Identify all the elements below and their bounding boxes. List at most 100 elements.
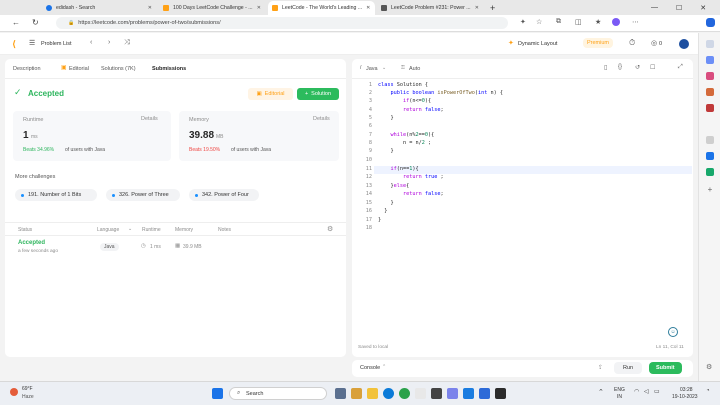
minimize-icon[interactable]: — [651, 4, 658, 11]
format-icon[interactable]: {} [618, 64, 622, 70]
tray-chevron-icon[interactable]: ⌃ [598, 388, 604, 396]
chrome-icon[interactable] [399, 388, 410, 399]
copilot-icon[interactable] [706, 18, 715, 27]
browser-tab-strip: edidash - Search ✕ 100 Days LeetCode Cha… [0, 0, 720, 15]
volume-icon[interactable]: ◁ [644, 388, 649, 395]
close-icon[interactable]: ✕ [253, 5, 261, 11]
upload-icon[interactable]: ⇪ [598, 364, 603, 371]
feedback-icon[interactable]: ☺ [668, 327, 678, 337]
profile-avatar[interactable] [612, 18, 620, 26]
add-icon[interactable]: + [706, 186, 714, 194]
favorites-icon[interactable]: ☆ [536, 18, 542, 26]
runtime-details-link[interactable]: Details [141, 116, 158, 122]
memory-card[interactable]: Memory Details 39.88 MB Beats 19.50% of … [179, 111, 339, 161]
outlook-icon[interactable] [706, 152, 714, 160]
back-icon[interactable]: ← [12, 18, 20, 27]
tab-challenge[interactable]: 100 Days LeetCode Challenge - ... ✕ [159, 1, 267, 15]
tray-lang[interactable]: ENG [614, 387, 625, 393]
memory-details-link[interactable]: Details [313, 116, 330, 122]
copilot-icon[interactable] [706, 56, 714, 64]
widgets-icon[interactable] [335, 388, 346, 399]
user-avatar[interactable] [679, 39, 689, 49]
timer-icon[interactable]: ⏱ [629, 38, 635, 48]
fullscreen-icon[interactable]: ⤢ [678, 64, 683, 71]
notifications-icon[interactable]: ◔ [706, 388, 710, 394]
url-input[interactable]: 🔒 https://leetcode.com/problems/power-of… [56, 17, 508, 29]
terminal-icon[interactable] [495, 388, 506, 399]
edge-icon[interactable] [383, 388, 394, 399]
task-view-icon[interactable] [351, 388, 362, 399]
weather-temp[interactable]: 69°F [22, 386, 33, 392]
tab-format-icon[interactable]: ☐ [650, 64, 655, 71]
line-number: 13 [365, 183, 372, 189]
problem-list-link[interactable]: Problem List [41, 41, 72, 47]
runtime-card[interactable]: Runtime Details 1 ms Beats 34.96% of use… [13, 111, 171, 161]
next-problem-icon[interactable]: › [108, 39, 110, 46]
explorer-icon[interactable] [367, 388, 378, 399]
close-window-icon[interactable]: ✕ [700, 4, 706, 12]
games-icon[interactable] [706, 88, 714, 96]
mode-label[interactable]: Auto [409, 66, 420, 72]
collections-icon[interactable]: ⧉ [556, 18, 561, 26]
teams-icon[interactable] [447, 388, 458, 399]
challenge-chip[interactable]: 342. Power of Four [189, 189, 259, 201]
vscode-icon[interactable] [463, 388, 474, 399]
submission-panel: Description ▣ Editorial Solutions (7K) S… [5, 59, 346, 357]
submit-button[interactable]: Submit [649, 362, 682, 374]
premium-button[interactable]: Premium [583, 38, 614, 48]
close-icon[interactable]: ✕ [362, 5, 370, 11]
photos-icon[interactable] [415, 388, 426, 399]
tab-leetcode-active[interactable]: LeetCode - The World's Leading ... ✕ [268, 1, 375, 15]
run-button[interactable]: Run [614, 362, 643, 374]
challenge-chip[interactable]: 191. Number of 1 Bits [15, 189, 97, 201]
clock-time[interactable]: 03:28 [680, 387, 693, 393]
tools-icon[interactable] [706, 72, 714, 80]
tab-search[interactable]: edidash - Search ✕ [42, 1, 158, 15]
leetcode-logo-icon[interactable]: ⟨ [12, 39, 21, 49]
tab-editorial[interactable]: Editorial [69, 66, 89, 72]
dynamic-layout-button[interactable]: Dynamic Layout [518, 41, 557, 47]
wifi-icon[interactable]: ◠ [634, 388, 639, 395]
browser-favorites-icon[interactable]: ★ [595, 18, 601, 26]
settings-icon[interactable]: ⚙ [327, 225, 333, 233]
outlook-icon[interactable] [479, 388, 490, 399]
sidebar-settings-icon[interactable]: ⚙ [706, 363, 714, 371]
shopping-icon[interactable] [706, 104, 714, 112]
maximize-icon[interactable]: ☐ [676, 4, 682, 12]
close-icon[interactable]: ✕ [471, 5, 479, 11]
extensions-icon[interactable]: ✦ [520, 18, 526, 26]
battery-icon[interactable]: ▭ [654, 388, 660, 395]
taskbar-search[interactable]: ⌕ Search [229, 387, 327, 400]
tab-problem[interactable]: LeetCode Problem #231: Power ... ✕ [377, 1, 485, 15]
column-language[interactable]: Language [97, 227, 119, 233]
refresh-icon[interactable]: ↻ [32, 18, 39, 27]
column-status[interactable]: Status [18, 227, 32, 233]
tab-submissions[interactable]: Submissions [152, 66, 186, 72]
table-row[interactable]: Accepted a few seconds ago Java ◷ 1 ms ▦… [5, 237, 346, 259]
reset-icon[interactable]: ↺ [635, 64, 640, 71]
language-select[interactable]: Java [366, 66, 378, 72]
editorial-button[interactable]: ▣ Editorial [248, 88, 293, 100]
bullet-icon [112, 193, 115, 197]
prev-problem-icon[interactable]: ‹ [90, 39, 92, 46]
search-icon[interactable] [706, 40, 714, 48]
tab-label: edidash - Search [56, 5, 96, 11]
start-icon[interactable] [212, 388, 223, 399]
solution-button[interactable]: + Solution [297, 88, 339, 100]
bookmark-icon[interactable]: ▯ [604, 64, 607, 71]
dynamic-layout-icon: ✦ [508, 40, 514, 47]
more-icon[interactable]: ⋯ [632, 18, 639, 26]
new-tab-button[interactable]: + [487, 1, 501, 15]
office-icon[interactable] [706, 136, 714, 144]
send-icon[interactable] [706, 168, 714, 176]
line-number: 14 [365, 191, 372, 197]
console-toggle[interactable]: Console [360, 365, 380, 371]
store-icon[interactable] [431, 388, 442, 399]
row-status[interactable]: Accepted [18, 240, 45, 246]
tab-description[interactable]: Description [13, 66, 41, 72]
shuffle-icon[interactable]: ⤨ [124, 39, 130, 47]
split-screen-icon[interactable]: ◫ [575, 18, 582, 26]
tab-solutions[interactable]: Solutions (7K) [101, 66, 136, 72]
challenge-chip[interactable]: 326. Power of Three [106, 189, 180, 201]
close-icon[interactable]: ✕ [144, 5, 152, 11]
